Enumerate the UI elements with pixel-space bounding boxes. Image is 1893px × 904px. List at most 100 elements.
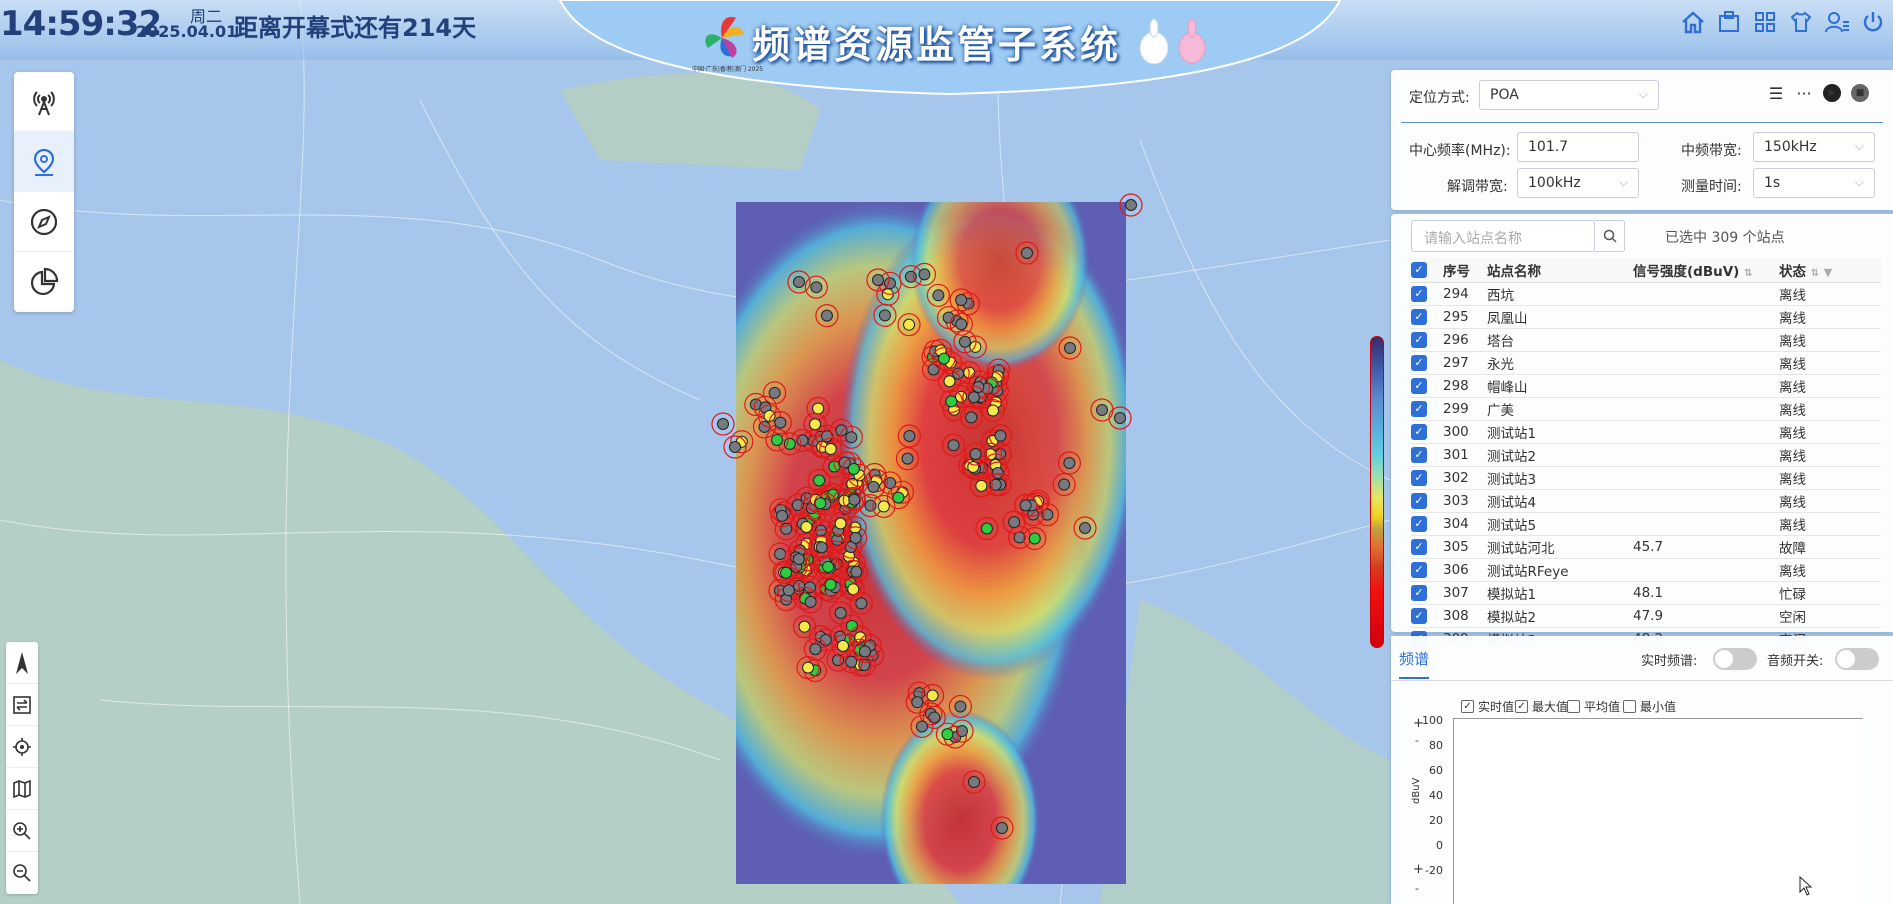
station-marker[interactable] <box>872 274 884 286</box>
table-row[interactable]: ✓ 300 测试站1 离线 <box>1411 420 1881 444</box>
station-marker[interactable] <box>809 643 822 656</box>
play-icon[interactable]: ▶ <box>1823 84 1841 102</box>
col-status[interactable]: 状态 ⇅ ▼ <box>1779 258 1881 283</box>
layer-switch-button[interactable] <box>6 684 38 726</box>
table-row[interactable]: ✓ 301 测试站2 离线 <box>1411 443 1881 467</box>
center-freq-input[interactable]: 101.7 <box>1517 132 1639 162</box>
station-search-input[interactable]: 请输入站点名称 <box>1411 220 1595 252</box>
table-row[interactable]: ✓ 308 模拟站2 47.9 空闲 <box>1411 604 1881 628</box>
row-checkbox[interactable]: ✓ <box>1411 466 1443 490</box>
north-arrow-button[interactable] <box>6 642 38 684</box>
station-marker[interactable] <box>903 430 916 443</box>
station-marker[interactable] <box>858 645 871 658</box>
row-checkbox[interactable]: ✓ <box>1411 328 1443 352</box>
station-marker[interactable] <box>1063 456 1076 469</box>
zoom-in-button[interactable] <box>6 810 38 852</box>
station-marker[interactable] <box>877 500 890 513</box>
station-marker[interactable] <box>837 639 850 652</box>
series-checkbox[interactable]: ✓ 最大值 <box>1515 698 1568 715</box>
list-icon[interactable]: ☰ <box>1767 84 1785 103</box>
station-marker[interactable] <box>850 565 863 578</box>
station-marker[interactable] <box>996 822 1008 834</box>
station-marker[interactable] <box>809 418 822 431</box>
station-marker[interactable] <box>994 429 1007 442</box>
station-marker[interactable] <box>867 480 880 493</box>
station-marker[interactable] <box>892 491 905 504</box>
col-name[interactable]: 站点名称 <box>1487 258 1633 283</box>
row-checkbox[interactable]: ✓ <box>1411 581 1443 605</box>
station-marker[interactable] <box>980 522 993 535</box>
station-marker[interactable] <box>774 416 787 429</box>
station-marker[interactable] <box>955 294 968 307</box>
station-marker[interactable] <box>927 363 940 376</box>
station-marker[interactable] <box>943 375 956 388</box>
station-marker[interactable] <box>835 424 848 437</box>
station-marker[interactable] <box>968 776 980 788</box>
station-marker[interactable] <box>812 402 825 415</box>
row-checkbox[interactable]: ✓ <box>1411 604 1443 628</box>
station-marker[interactable] <box>845 655 858 668</box>
position-select[interactable]: POA ⌵ <box>1479 80 1659 110</box>
row-checkbox[interactable]: ✓ <box>1411 489 1443 513</box>
checkbox-checked-icon[interactable]: ✓ <box>1411 400 1427 417</box>
row-checkbox[interactable]: ✓ <box>1411 282 1443 306</box>
checkbox-checked-icon[interactable]: ✓ <box>1411 446 1427 463</box>
station-marker[interactable] <box>824 443 837 456</box>
station-marker[interactable] <box>834 517 847 530</box>
user-settings-icon[interactable] <box>1823 8 1851 36</box>
station-marker[interactable] <box>1028 532 1041 545</box>
table-row[interactable]: ✓ 302 测试站3 离线 <box>1411 466 1881 490</box>
checkbox-checked-icon[interactable]: ✓ <box>1411 607 1427 624</box>
table-row[interactable]: ✓ 307 模拟站1 48.1 忙碌 <box>1411 581 1881 605</box>
station-marker[interactable] <box>824 578 837 591</box>
checkbox-checked-icon[interactable]: ✓ <box>1411 285 1427 302</box>
locate-button[interactable] <box>6 726 38 768</box>
station-marker[interactable] <box>969 448 982 461</box>
station-marker[interactable] <box>782 584 795 597</box>
station-marker[interactable] <box>849 531 862 544</box>
station-marker[interactable] <box>928 711 941 724</box>
col-signal[interactable]: 信号强度(dBuV) ⇅ <box>1633 258 1779 283</box>
station-marker[interactable] <box>1125 199 1137 211</box>
checkbox-checked-icon[interactable]: ✓ <box>1411 261 1427 278</box>
station-marker[interactable] <box>958 335 971 348</box>
checkbox-checked-icon[interactable]: ✓ <box>1411 469 1427 486</box>
realtime-toggle[interactable] <box>1713 648 1757 670</box>
station-marker[interactable] <box>1008 516 1021 529</box>
station-marker[interactable] <box>1021 247 1033 259</box>
table-row[interactable]: ✓ 305 测试站河北 45.7 故障 <box>1411 535 1881 559</box>
station-marker[interactable] <box>774 548 787 561</box>
station-marker[interactable] <box>780 522 793 535</box>
station-marker[interactable] <box>915 720 928 733</box>
checkbox-checked-icon[interactable]: ✓ <box>1411 308 1427 325</box>
demod-bw-select[interactable]: 100kHz ⌵ <box>1517 168 1639 198</box>
station-marker[interactable] <box>903 318 916 331</box>
station-marker[interactable] <box>975 479 988 492</box>
audio-toggle[interactable] <box>1835 648 1879 670</box>
station-marker[interactable] <box>937 352 950 365</box>
checkbox-empty-icon[interactable] <box>1567 700 1580 713</box>
station-marker[interactable] <box>1064 342 1076 354</box>
station-marker[interactable] <box>1114 412 1126 424</box>
tab-spectrum[interactable]: 频谱 <box>1399 648 1430 679</box>
station-marker[interactable] <box>991 466 1004 479</box>
station-marker[interactable] <box>845 431 858 444</box>
checkbox-checked-icon[interactable]: ✓ <box>1411 561 1427 578</box>
station-marker[interactable] <box>855 597 868 610</box>
station-marker[interactable] <box>918 268 931 281</box>
select-all-cell[interactable]: ✓ <box>1411 258 1443 283</box>
station-marker[interactable] <box>1096 404 1108 416</box>
station-marker[interactable] <box>955 318 968 331</box>
zoom-plus-icon[interactable]: + <box>1413 716 1424 731</box>
row-checkbox[interactable]: ✓ <box>1411 535 1443 559</box>
more-icon[interactable]: ··· <box>1795 84 1813 103</box>
checkbox-checked-icon[interactable]: ✓ <box>1411 492 1427 509</box>
checkbox-checked-icon[interactable]: ✓ <box>1461 700 1474 713</box>
filter-icon[interactable]: ▼ <box>1824 266 1832 279</box>
power-icon[interactable] <box>1859 8 1887 36</box>
row-checkbox[interactable]: ✓ <box>1411 443 1443 467</box>
station-marker[interactable] <box>1079 522 1091 534</box>
zoom-plus-icon[interactable]: + <box>1413 862 1424 877</box>
station-marker[interactable] <box>792 553 805 566</box>
table-row[interactable]: ✓ 296 塔台 离线 <box>1411 328 1881 352</box>
